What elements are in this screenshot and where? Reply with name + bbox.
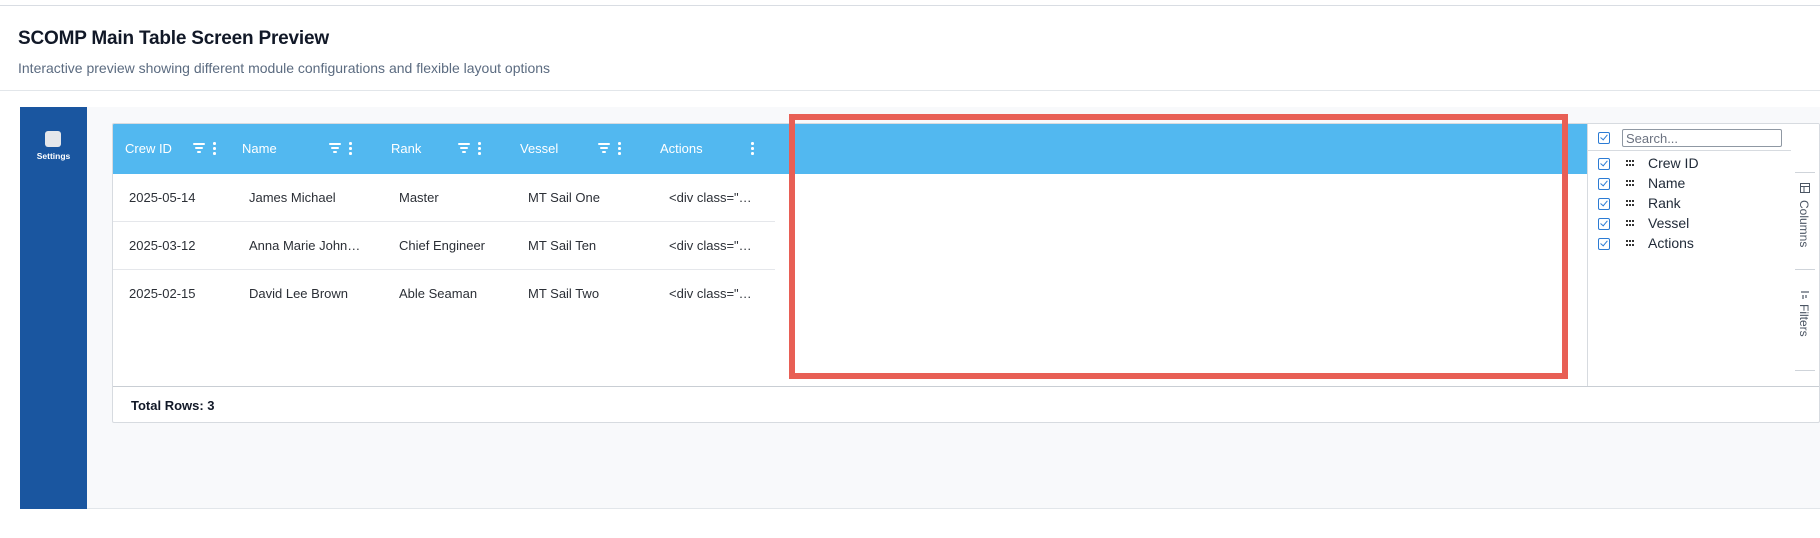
tab-filters[interactable]: Filters	[1791, 284, 1819, 364]
cell-vessel: MT Sail Ten	[528, 238, 597, 253]
column-item-label: Crew ID	[1648, 155, 1699, 171]
cell-rank: Chief Engineer	[399, 238, 485, 253]
table-row[interactable]: 2025-02-15 David Lee Brown Able Seaman M…	[113, 270, 775, 318]
column-header-label: Rank	[391, 141, 422, 156]
cell-name: David Lee Brown	[249, 286, 348, 301]
column-item-name[interactable]: Name	[1588, 174, 1792, 194]
column-menu-icon[interactable]	[476, 141, 482, 155]
highlight-annotation-box	[789, 114, 1568, 379]
columns-icon	[1800, 183, 1810, 193]
filter-icon	[1801, 291, 1809, 299]
tab-divider	[1795, 172, 1815, 173]
table-row[interactable]: 2025-03-12 Anna Marie John… Chief Engine…	[113, 222, 775, 270]
column-header-label: Crew ID	[125, 141, 172, 156]
settings-icon	[45, 131, 61, 147]
column-item-vessel[interactable]: Vessel	[1588, 214, 1792, 234]
settings-tab[interactable]: Settings	[20, 131, 87, 167]
cell-crew-id: 2025-02-15	[129, 286, 196, 301]
drag-handle-icon[interactable]	[1626, 240, 1635, 246]
panel-divider	[1588, 150, 1792, 151]
cell-actions: <div class="…	[669, 190, 752, 205]
table-row[interactable]: 2025-05-14 James Michael Master MT Sail …	[113, 174, 775, 222]
left-rail: Settings	[20, 107, 87, 509]
cell-actions: <div class="…	[669, 286, 752, 301]
column-item-crew-id[interactable]: Crew ID	[1588, 154, 1792, 174]
cell-actions: <div class="…	[669, 238, 752, 253]
column-header-rank[interactable]: Rank	[379, 124, 508, 174]
column-header-label: Name	[242, 141, 277, 156]
drag-handle-icon[interactable]	[1626, 220, 1635, 226]
column-menu-icon[interactable]	[347, 141, 353, 155]
cell-name: James Michael	[249, 190, 336, 205]
column-visibility-checkbox[interactable]	[1598, 218, 1610, 230]
select-all-columns-checkbox[interactable]	[1598, 132, 1610, 144]
columns-tool-panel: Crew ID Name Rank Vessel Actions	[1587, 124, 1792, 386]
settings-label: Settings	[36, 151, 71, 161]
page-subtitle: Interactive preview showing different mo…	[18, 60, 551, 76]
column-menu-icon[interactable]	[211, 141, 217, 155]
column-header-actions[interactable]: Actions	[648, 124, 775, 174]
status-divider	[113, 386, 1819, 387]
column-header-label: Actions	[660, 141, 703, 156]
filter-icon[interactable]	[458, 142, 472, 154]
top-divider	[0, 5, 1820, 6]
tab-filters-label: Filters	[1797, 304, 1811, 337]
column-visibility-checkbox[interactable]	[1598, 238, 1610, 250]
column-visibility-checkbox[interactable]	[1598, 178, 1610, 190]
column-header-name[interactable]: Name	[230, 124, 379, 174]
drag-handle-icon[interactable]	[1626, 160, 1635, 166]
preview-area: Settings Crew ID Name Rank Vessel Action…	[20, 107, 1820, 509]
side-bar: Columns Filters	[1791, 124, 1819, 386]
column-item-actions[interactable]: Actions	[1588, 234, 1792, 254]
tab-divider	[1795, 370, 1815, 371]
cell-rank: Able Seaman	[399, 286, 478, 301]
cell-rank: Master	[399, 190, 439, 205]
column-item-rank[interactable]: Rank	[1588, 194, 1792, 214]
column-item-label: Vessel	[1648, 215, 1690, 231]
tab-divider	[1795, 269, 1815, 270]
total-rows-status: Total Rows: 3	[131, 398, 215, 413]
cell-crew-id: 2025-05-14	[129, 190, 196, 205]
column-menu-icon[interactable]	[749, 141, 755, 155]
cell-name: Anna Marie John…	[249, 238, 361, 253]
column-visibility-checkbox[interactable]	[1598, 198, 1610, 210]
cell-vessel: MT Sail One	[528, 190, 601, 205]
tab-columns-label: Columns	[1797, 200, 1811, 248]
page-header: SCOMP Main Table Screen Preview Interact…	[18, 28, 550, 76]
cell-crew-id: 2025-03-12	[129, 238, 196, 253]
filter-icon[interactable]	[598, 142, 612, 154]
page-title: SCOMP Main Table Screen Preview	[18, 28, 329, 49]
tab-columns[interactable]: Columns	[1791, 176, 1819, 269]
column-menu-icon[interactable]	[616, 141, 622, 155]
column-item-label: Name	[1648, 175, 1686, 191]
column-item-label: Rank	[1648, 195, 1681, 211]
column-item-label: Actions	[1648, 235, 1694, 251]
cell-vessel: MT Sail Two	[528, 286, 600, 301]
drag-handle-icon[interactable]	[1626, 200, 1635, 206]
column-search-input[interactable]	[1622, 129, 1782, 147]
column-header-label: Vessel	[520, 141, 559, 156]
column-header-vessel[interactable]: Vessel	[508, 124, 648, 174]
column-header-crew-id[interactable]: Crew ID	[113, 124, 230, 174]
filter-icon[interactable]	[193, 142, 207, 154]
filter-icon[interactable]	[329, 142, 343, 154]
column-visibility-checkbox[interactable]	[1598, 158, 1610, 170]
drag-handle-icon[interactable]	[1626, 180, 1635, 186]
header-divider	[0, 90, 1820, 91]
